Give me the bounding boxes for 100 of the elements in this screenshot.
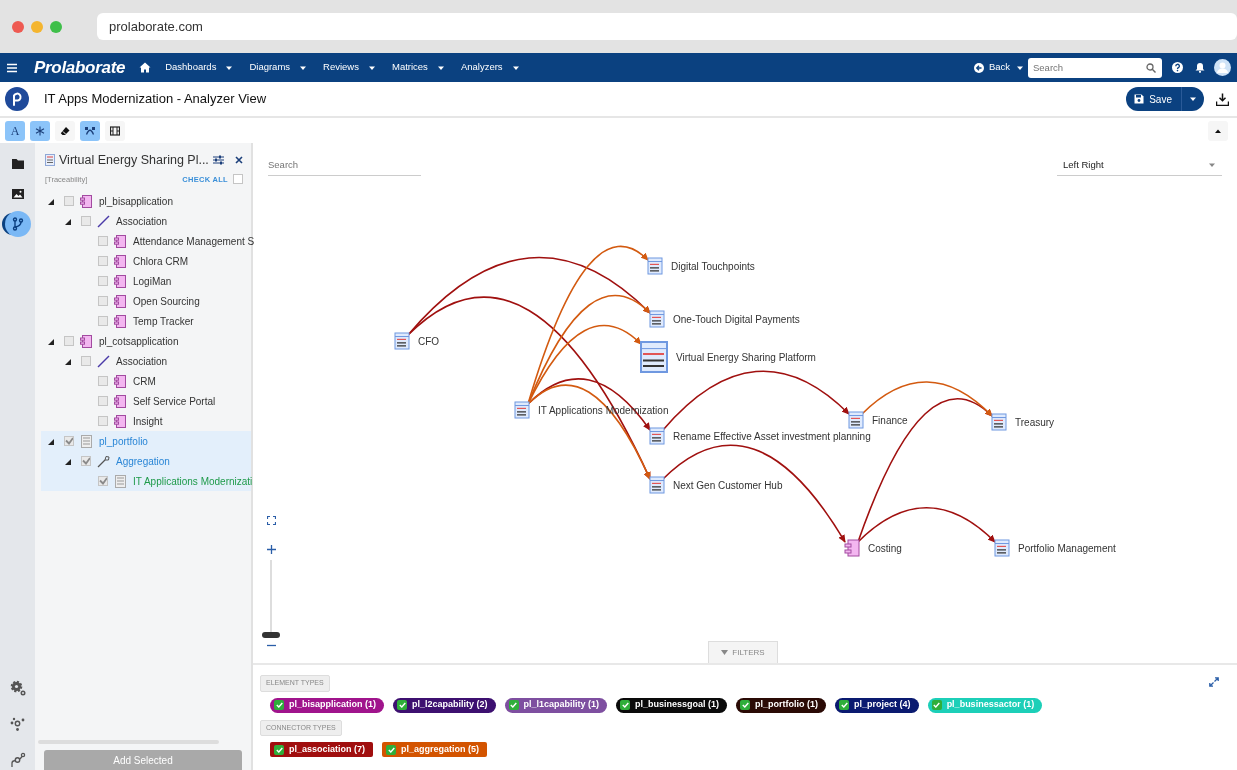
rail-button[interactable]	[4, 211, 31, 237]
tree-row[interactable]: Temp Tracker	[41, 311, 251, 331]
list-icon[interactable]	[394, 332, 410, 350]
connector-line[interactable]	[857, 506, 996, 543]
nav-menu[interactable]: Reviews	[323, 60, 376, 75]
checkbox[interactable]	[931, 700, 942, 710]
checkbox[interactable]	[620, 700, 631, 710]
checkbox[interactable]	[81, 456, 91, 466]
path-icon[interactable]	[9, 752, 26, 768]
checkbox[interactable]	[274, 700, 284, 710]
caret-icon[interactable]	[1016, 64, 1024, 71]
toggle-icon[interactable]	[64, 217, 71, 225]
save-button[interactable]: Save	[1126, 87, 1204, 111]
caret-icon[interactable]	[1189, 96, 1197, 102]
checkbox[interactable]	[98, 476, 108, 486]
node-label[interactable]: Digital Touchpoints	[671, 261, 755, 272]
node-label[interactable]: One-Touch Digital Payments	[673, 314, 800, 325]
checkbox[interactable]	[64, 436, 74, 446]
list-icon[interactable]	[991, 413, 1007, 431]
help-icon[interactable]	[1172, 62, 1183, 73]
window-control-icon[interactable]	[12, 20, 24, 33]
connector-line[interactable]	[662, 444, 846, 543]
settings-icon[interactable]	[213, 155, 224, 166]
toggle-icon[interactable]	[47, 437, 54, 445]
search-field[interactable]: Search	[1028, 57, 1162, 78]
tree-row[interactable]: Association	[41, 211, 251, 231]
tree-item-label[interactable]: LogiMan	[133, 273, 172, 289]
filter-tag[interactable]: pl_project (4)	[835, 697, 919, 713]
toggle-icon[interactable]	[47, 337, 54, 345]
component-icon[interactable]	[844, 539, 860, 557]
checkbox[interactable]	[233, 174, 243, 185]
address-bar[interactable]: prolaborate.com	[97, 13, 1237, 40]
collapse-button[interactable]	[1208, 120, 1228, 141]
node-label[interactable]: CFO	[418, 336, 440, 347]
node-label[interactable]: Next Gen Customer Hub	[673, 480, 783, 491]
tool-button[interactable]	[80, 120, 100, 141]
tool-button[interactable]	[105, 120, 125, 141]
tree-row[interactable]: Association	[41, 351, 251, 371]
tree-item-label[interactable]: pl_cotsapplication	[99, 333, 179, 349]
tree-item-label[interactable]: Association	[116, 213, 168, 229]
checkbox[interactable]	[98, 416, 108, 426]
slider-thumb[interactable]	[262, 632, 280, 638]
tool-button[interactable]	[55, 120, 75, 141]
expand-icon[interactable]	[1209, 677, 1219, 687]
nav-menu[interactable]: Diagrams	[249, 60, 308, 75]
toggle-icon[interactable]	[47, 197, 54, 205]
tree-item-label[interactable]: Attendance Management S	[133, 233, 255, 249]
checkbox[interactable]	[98, 296, 108, 306]
search-field[interactable]: Search	[268, 155, 421, 177]
checkbox[interactable]	[397, 700, 407, 710]
nav-menu[interactable]: Matrices	[391, 60, 445, 75]
list-icon[interactable]	[649, 427, 665, 445]
home-icon[interactable]	[139, 62, 152, 73]
tree-item-label[interactable]: Insight	[133, 413, 163, 429]
node-label[interactable]: Rename Effective Asset investment planning	[673, 431, 871, 442]
checkbox[interactable]	[740, 700, 751, 710]
checkbox[interactable]	[81, 356, 91, 366]
node-label[interactable]: Virtual Energy Sharing Platform	[676, 352, 816, 363]
tree-row[interactable]: pl_bisapplication	[41, 191, 251, 211]
node-label[interactable]: Finance	[872, 415, 908, 426]
checkbox[interactable]	[98, 316, 108, 326]
filter-tag[interactable]: pl_businessgoal (1)	[616, 697, 728, 713]
tree-item-label[interactable]: CRM	[133, 373, 156, 389]
filter-tag[interactable]: pl_l1capability (1)	[504, 697, 608, 713]
node-label[interactable]: Portfolio Management	[1018, 543, 1116, 554]
menu-icon[interactable]	[6, 62, 18, 73]
tool-button[interactable]	[30, 120, 50, 141]
checkbox[interactable]	[98, 236, 108, 246]
filter-tag[interactable]: pl_portfolio (1)	[736, 697, 827, 713]
tree-row[interactable]: Open Sourcing	[41, 291, 251, 311]
tree-row[interactable]: pl_cotsapplication	[41, 331, 251, 351]
tree-item-label[interactable]: Self Service Portal	[133, 393, 216, 409]
node-label[interactable]: Costing	[868, 543, 902, 554]
checkbox[interactable]	[98, 276, 108, 286]
tree-item-label[interactable]: Open Sourcing	[133, 293, 200, 309]
tree-item-label[interactable]: pl_bisapplication	[99, 193, 173, 209]
checkbox[interactable]	[98, 256, 108, 266]
tree-item-label[interactable]: Temp Tracker	[133, 313, 194, 329]
layout-select[interactable]: Left Right	[1057, 155, 1222, 177]
logo-icon[interactable]	[5, 87, 29, 111]
checkbox[interactable]	[98, 376, 108, 386]
filter-tag[interactable]: pl_aggregation (5)	[382, 742, 488, 757]
brand-logo[interactable]: Prolaborate	[34, 54, 126, 81]
download-icon[interactable]	[1216, 92, 1229, 106]
zoom-out-icon[interactable]	[266, 644, 276, 647]
list-icon[interactable]	[848, 411, 864, 429]
checkbox[interactable]	[64, 336, 74, 346]
nav-menu[interactable]: Dashboards	[165, 60, 234, 75]
tree-item-label[interactable]: Chlora CRM	[133, 253, 188, 269]
toggle-icon[interactable]	[64, 457, 71, 465]
tree-row[interactable]: CRM	[41, 371, 251, 391]
tree-row[interactable]: Insight	[41, 411, 251, 431]
checkbox[interactable]	[98, 396, 108, 406]
checkbox[interactable]	[81, 216, 91, 226]
tree-row[interactable]: Self Service Portal	[41, 391, 251, 411]
avatar-icon[interactable]	[1214, 59, 1231, 76]
tool-button[interactable]: A	[5, 120, 25, 141]
list-icon[interactable]	[640, 341, 668, 373]
checkbox[interactable]	[274, 744, 284, 755]
checkbox[interactable]	[64, 196, 74, 206]
